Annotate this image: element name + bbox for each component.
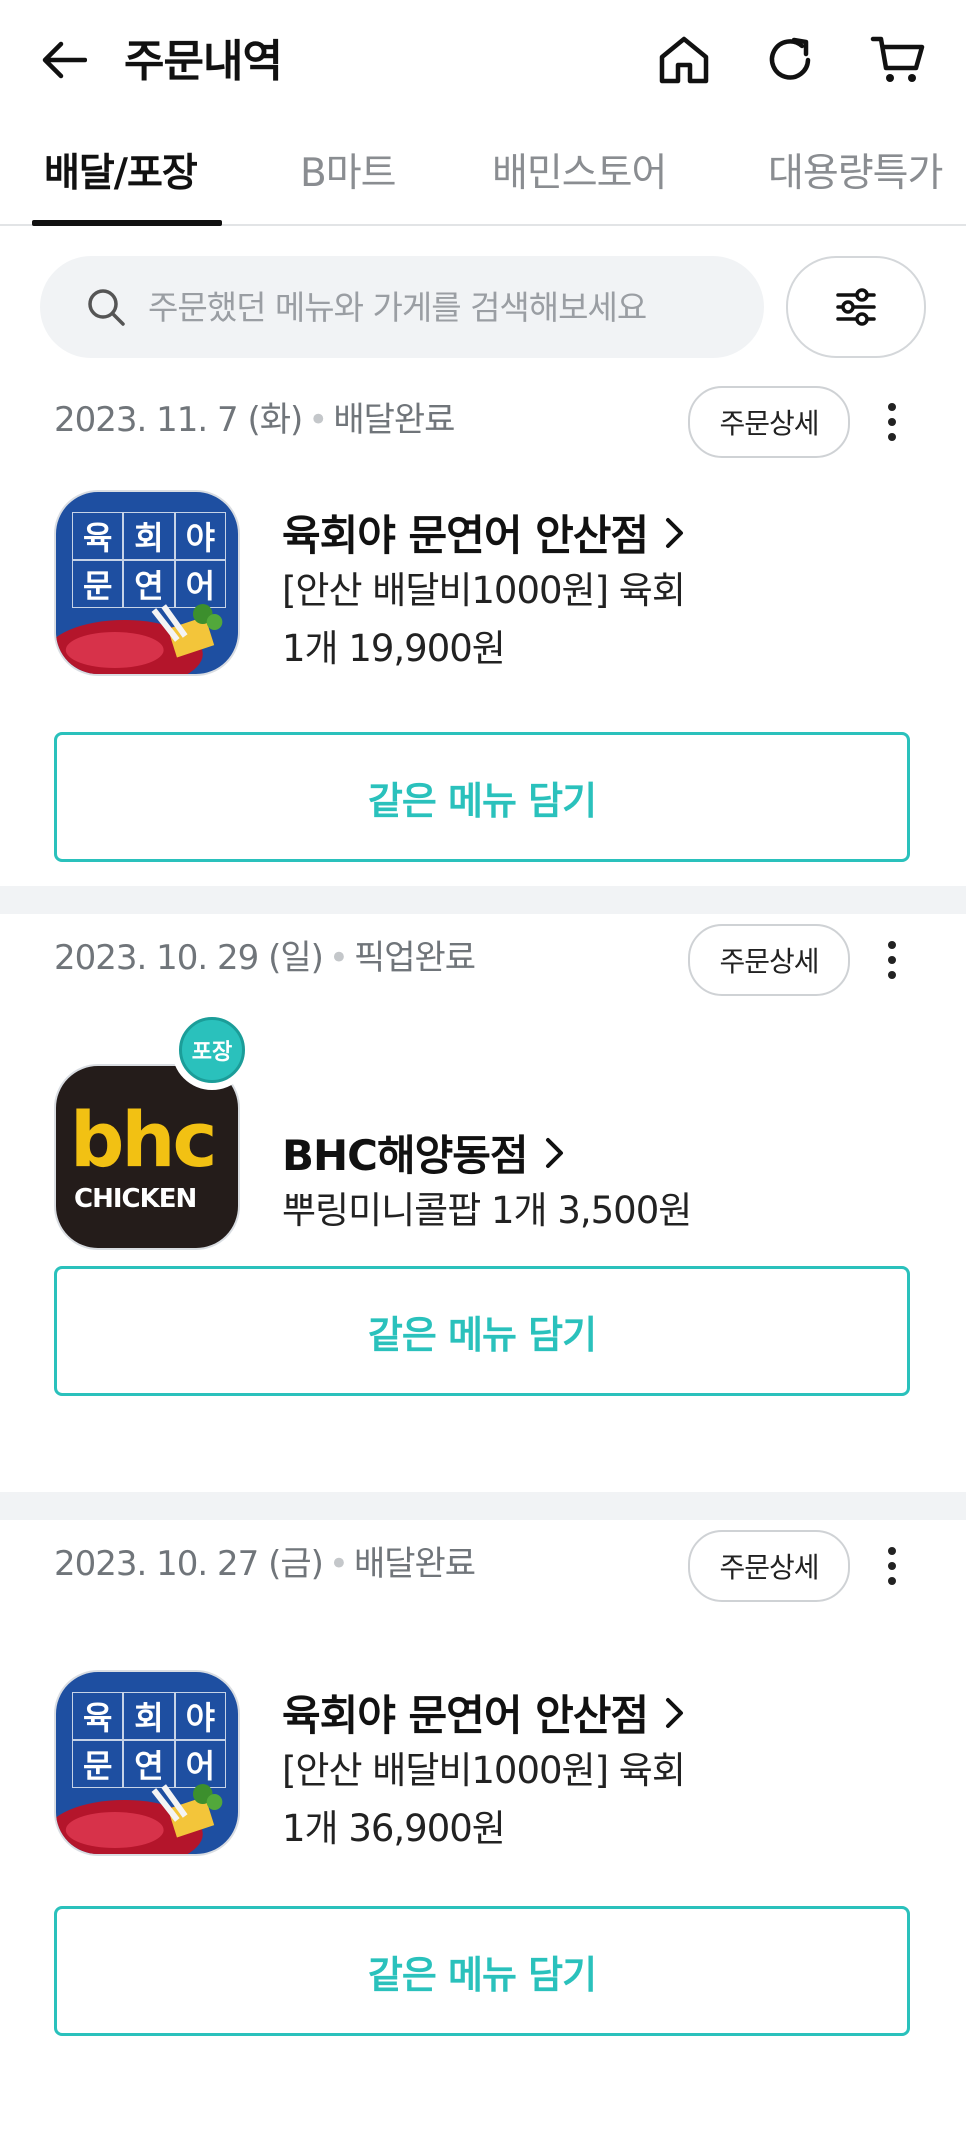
store-name-link[interactable]: BHC해양동점	[282, 1122, 566, 1183]
search-input[interactable]	[146, 286, 710, 328]
cart-button[interactable]	[866, 28, 930, 92]
order-card: 2023. 10. 29 (일) • 픽업완료 주문상세 bhc CHICKEN 포…	[0, 914, 966, 1492]
tab-bmart[interactable]: B마트	[300, 146, 397, 202]
more-dot-icon	[888, 418, 896, 426]
app-header: 주문내역	[0, 0, 966, 124]
separator-dot: •	[328, 1544, 349, 1584]
section-divider	[0, 1492, 966, 1520]
pickup-badge-label: 포장	[179, 1017, 245, 1083]
store-logo[interactable]: 육 회 야 문 연 어	[54, 1670, 240, 1856]
more-dot-icon	[888, 941, 896, 949]
order-date: 2023. 11. 7 (화)	[54, 400, 303, 440]
refresh-icon	[769, 37, 811, 80]
logo-text-grid: 육 회 야 문 연 어	[72, 512, 226, 608]
menu-line: 뿌링미니콜팝 1개 3,500원	[282, 1189, 692, 1232]
order-meta: 2023. 11. 7 (화) • 배달완료	[54, 398, 455, 442]
more-dot-icon	[888, 1547, 896, 1555]
separator-dot: •	[328, 938, 349, 978]
back-button[interactable]	[34, 30, 94, 90]
order-meta: 2023. 10. 27 (금) • 배달완료	[54, 1542, 476, 1586]
tab-delivery-pickup[interactable]: 배달/포장	[44, 146, 198, 202]
store-name-link[interactable]: 육회야 문연어 안산점	[282, 502, 686, 563]
order-card: 2023. 10. 27 (금) • 배달완료 주문상세 육 회 야 문 연 어 육…	[0, 1520, 966, 2080]
order-status: 픽업완료	[353, 938, 476, 978]
more-dot-icon	[888, 1577, 896, 1585]
more-dot-icon	[888, 433, 896, 441]
order-card: 2023. 11. 7 (화) • 배달완료 주문상세 육 회 야 문 연 어 육회…	[0, 376, 966, 886]
order-detail-button[interactable]: 주문상세	[688, 924, 850, 996]
search-icon	[88, 289, 125, 326]
store-logo[interactable]: 육 회 야 문 연 어	[54, 490, 240, 676]
more-dot-icon	[888, 403, 896, 411]
logo-text-grid: 육 회 야 문 연 어	[72, 1692, 226, 1788]
reorder-same-menu-button[interactable]: 같은 메뉴 담기	[54, 732, 910, 862]
more-options-button[interactable]	[866, 390, 918, 454]
order-date: 2023. 10. 29 (일)	[54, 938, 324, 978]
raw-beef-image	[56, 1784, 223, 1854]
tab-bulk-deals[interactable]: 대용량특가	[768, 146, 943, 202]
menu-line: [안산 배달비1000원] 육회	[282, 569, 686, 612]
separator-dot: •	[308, 400, 328, 440]
chevron-right-icon	[545, 1137, 563, 1168]
search-row	[0, 226, 966, 376]
more-options-button[interactable]	[866, 928, 918, 992]
order-category-tabs: 배달/포장 B마트 배민스토어 대용량특가	[0, 124, 966, 226]
cart-icon	[870, 36, 925, 82]
home-icon	[659, 36, 709, 84]
refresh-button[interactable]	[758, 28, 822, 92]
order-status: 배달완료	[333, 400, 455, 440]
bhc-logo-word: bhc	[70, 1095, 218, 1184]
filter-sliders-icon	[836, 288, 876, 326]
home-button[interactable]	[652, 28, 716, 92]
store-name: 육회야 문연어 안산점	[282, 1691, 649, 1740]
section-divider	[0, 886, 966, 914]
reorder-same-menu-button[interactable]: 같은 메뉴 담기	[54, 1266, 910, 1396]
menu-price-line: 1개 36,900원	[282, 1807, 506, 1850]
more-dot-icon	[888, 971, 896, 979]
search-box[interactable]	[40, 256, 764, 358]
tab-baemin-store[interactable]: 배민스토어	[492, 146, 667, 202]
filter-button[interactable]	[786, 256, 926, 358]
store-logo[interactable]: bhc CHICKEN	[54, 1064, 240, 1250]
raw-beef-image	[56, 604, 223, 674]
arrow-left-icon	[42, 41, 87, 79]
more-options-button[interactable]	[866, 1534, 918, 1598]
bhc-logo-sub: CHICKEN	[74, 1184, 197, 1214]
store-name-link[interactable]: 육회야 문연어 안산점	[282, 1682, 686, 1743]
reorder-same-menu-button[interactable]: 같은 메뉴 담기	[54, 1906, 910, 2036]
chevron-right-icon	[666, 517, 684, 548]
order-meta: 2023. 10. 29 (일) • 픽업완료	[54, 936, 476, 980]
store-name: BHC해양동점	[282, 1131, 529, 1180]
more-dot-icon	[888, 956, 896, 964]
order-detail-button[interactable]: 주문상세	[688, 386, 850, 458]
chevron-right-icon	[666, 1697, 684, 1728]
order-date: 2023. 10. 27 (금)	[54, 1544, 324, 1584]
order-detail-button[interactable]: 주문상세	[688, 1530, 850, 1602]
order-status: 배달완료	[353, 1544, 476, 1584]
store-name: 육회야 문연어 안산점	[282, 511, 649, 560]
menu-price-line: 1개 19,900원	[282, 627, 506, 670]
menu-line: [안산 배달비1000원] 육회	[282, 1749, 686, 1792]
more-dot-icon	[888, 1562, 896, 1570]
pickup-badge: 포장	[172, 1010, 252, 1090]
page-title: 주문내역	[124, 36, 283, 87]
